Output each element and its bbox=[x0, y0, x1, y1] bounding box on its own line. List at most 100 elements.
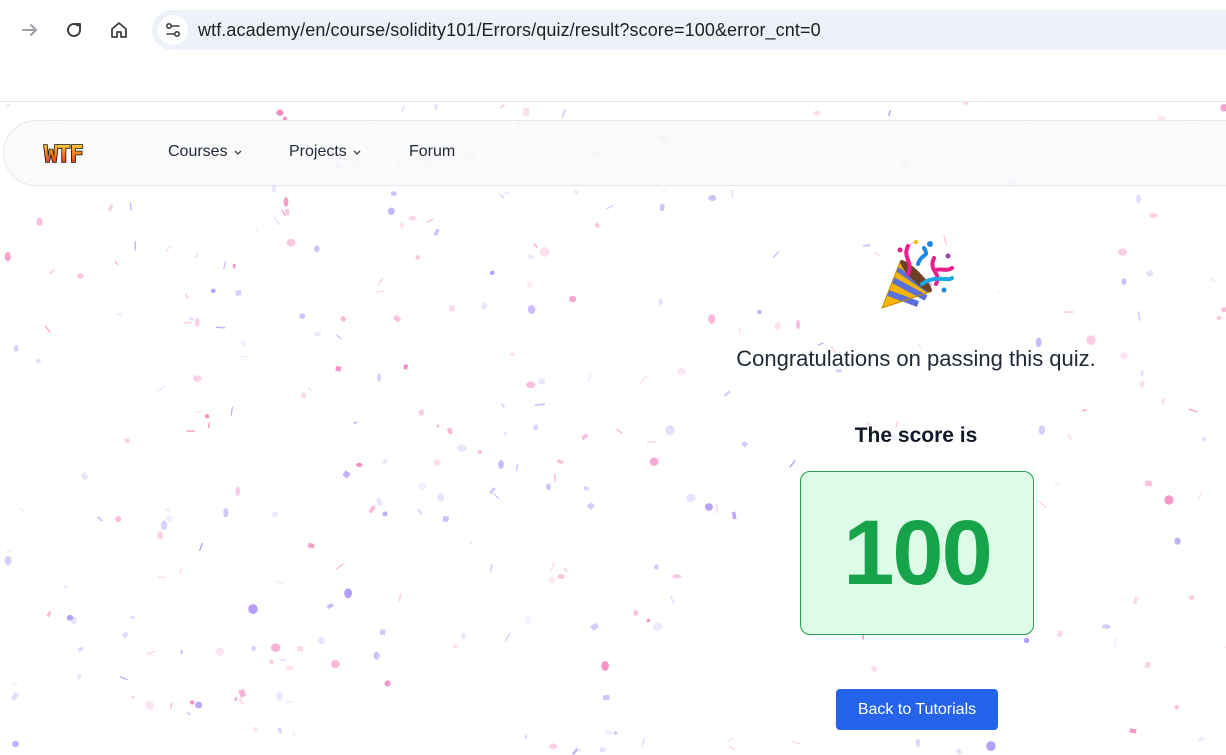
nav-courses[interactable]: Courses bbox=[168, 143, 243, 161]
confetti-piece bbox=[493, 493, 500, 500]
confetti-piece bbox=[641, 738, 645, 747]
back-to-tutorials-button[interactable]: Back to Tutorials bbox=[836, 689, 998, 730]
confetti-piece bbox=[299, 313, 306, 319]
score-label: The score is bbox=[854, 424, 978, 447]
confetti-piece bbox=[533, 424, 539, 431]
confetti-piece bbox=[387, 207, 395, 215]
confetti-piece bbox=[1197, 491, 1204, 500]
confetti-piece bbox=[500, 402, 506, 409]
confetti-piece bbox=[417, 508, 423, 515]
confetti-piece bbox=[1144, 480, 1153, 487]
confetti-piece bbox=[569, 295, 577, 303]
confetti-piece bbox=[704, 503, 713, 511]
confetti-piece bbox=[862, 244, 871, 248]
confetti-piece bbox=[790, 739, 801, 745]
confetti-piece bbox=[129, 202, 133, 211]
nav-forum-label: Forum bbox=[409, 143, 456, 160]
forward-button[interactable] bbox=[16, 16, 44, 44]
confetti-piece bbox=[604, 729, 613, 736]
confetti-piece bbox=[335, 365, 342, 372]
confetti-piece bbox=[4, 251, 11, 262]
confetti-piece bbox=[1139, 380, 1145, 388]
confetti-piece bbox=[276, 109, 284, 116]
confetti-piece bbox=[392, 314, 402, 323]
wtf-logo[interactable]: WTF bbox=[42, 141, 114, 171]
confetti-piece bbox=[273, 216, 281, 226]
confetti-piece bbox=[198, 542, 204, 552]
confetti-piece bbox=[270, 643, 281, 652]
confetti-piece bbox=[356, 462, 363, 468]
nav-projects-label: Projects bbox=[289, 143, 347, 160]
confetti-piece bbox=[230, 406, 234, 416]
confetti-piece bbox=[489, 487, 496, 495]
confetti-piece bbox=[538, 378, 546, 385]
confetti-piece bbox=[124, 438, 130, 444]
confetti-piece bbox=[384, 680, 391, 687]
confetti-piece bbox=[1114, 637, 1117, 648]
score-value: 100 bbox=[843, 501, 992, 604]
confetti-piece bbox=[573, 189, 579, 195]
confetti-piece bbox=[433, 459, 441, 466]
confetti-piece bbox=[80, 472, 89, 481]
confetti-piece bbox=[1121, 278, 1127, 286]
confetti-piece bbox=[1174, 537, 1181, 545]
confetti-piece bbox=[344, 588, 353, 599]
confetti-piece bbox=[36, 217, 43, 227]
confetti-piece bbox=[456, 444, 467, 452]
site-info-button[interactable] bbox=[158, 15, 188, 45]
reload-icon bbox=[67, 22, 81, 37]
home-button[interactable] bbox=[105, 16, 133, 44]
confetti-piece bbox=[269, 659, 274, 665]
confetti-piece bbox=[70, 616, 77, 625]
confetti-piece bbox=[184, 321, 192, 324]
confetti-piece bbox=[1216, 315, 1222, 321]
confetti-piece bbox=[1053, 482, 1059, 487]
confetti-piece bbox=[646, 618, 651, 622]
confetti-piece bbox=[515, 463, 519, 472]
confetti-piece bbox=[1161, 398, 1165, 404]
confetti-piece bbox=[594, 222, 601, 229]
confetti-piece bbox=[723, 390, 731, 397]
confetti-piece bbox=[677, 367, 686, 376]
confetti-piece bbox=[549, 743, 558, 750]
url-text[interactable]: wtf.academy/en/course/solidity101/Errors… bbox=[198, 20, 821, 41]
confetti-piece bbox=[331, 660, 340, 669]
confetti-piece bbox=[672, 574, 682, 579]
party-popper-icon bbox=[881, 240, 954, 309]
confetti-piece bbox=[654, 564, 659, 570]
confetti-piece bbox=[307, 387, 313, 392]
confetti-piece bbox=[317, 637, 325, 644]
confetti-piece bbox=[382, 511, 388, 517]
nav-projects[interactable]: Projects bbox=[289, 143, 362, 161]
confetti-piece bbox=[665, 425, 675, 436]
confetti-piece bbox=[272, 511, 279, 518]
confetti-piece bbox=[480, 302, 489, 311]
confetti-piece bbox=[276, 691, 283, 701]
confetti-piece bbox=[281, 209, 286, 216]
confetti-piece bbox=[179, 568, 182, 574]
confetti-piece bbox=[300, 392, 307, 399]
confetti-piece bbox=[114, 260, 119, 266]
confetti-piece bbox=[561, 108, 567, 118]
address-bar[interactable]: wtf.academy/en/course/solidity101/Errors… bbox=[152, 10, 1226, 50]
confetti-piece bbox=[652, 622, 663, 632]
confetti-piece bbox=[1023, 637, 1030, 644]
confetti-piece bbox=[400, 105, 406, 114]
confetti-piece bbox=[658, 298, 663, 306]
confetti-piece bbox=[1188, 594, 1195, 601]
confetti-piece bbox=[204, 414, 210, 419]
confetti-piece bbox=[433, 228, 440, 237]
confetti-piece bbox=[286, 238, 296, 247]
confetti-piece bbox=[1144, 661, 1151, 669]
confetti-piece bbox=[180, 649, 183, 655]
confetti-piece bbox=[403, 364, 409, 370]
confetti-piece bbox=[46, 611, 52, 618]
confetti-piece bbox=[915, 738, 920, 748]
reload-button[interactable] bbox=[60, 16, 88, 44]
confetti-piece bbox=[789, 459, 796, 468]
confetti-piece bbox=[426, 218, 435, 223]
nav-forum[interactable]: Forum bbox=[409, 143, 455, 161]
score-box: 100 bbox=[800, 471, 1034, 635]
confetti-piece bbox=[986, 741, 996, 752]
confetti-piece bbox=[418, 482, 427, 490]
